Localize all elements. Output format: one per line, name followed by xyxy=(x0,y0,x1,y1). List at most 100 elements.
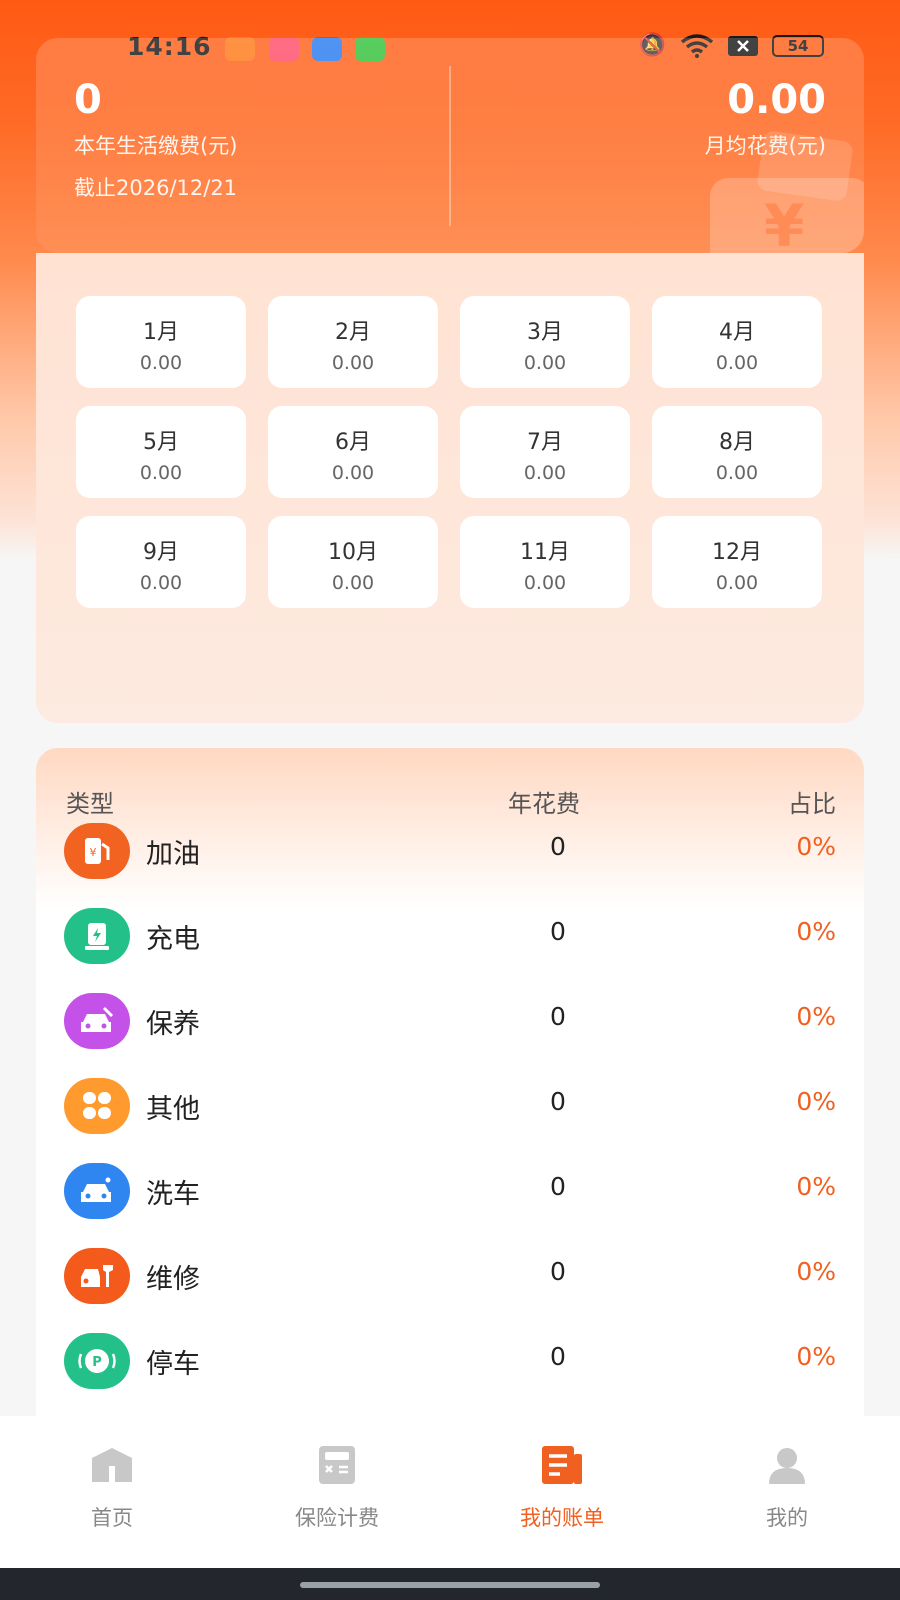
monthly-avg-value: 0.00 xyxy=(727,77,826,123)
month-name: 3月 xyxy=(527,320,563,345)
svg-text:¥: ¥ xyxy=(90,846,97,859)
header-type: 类型 xyxy=(66,790,114,818)
category-name: 充电 xyxy=(146,924,200,955)
month-value: 0.00 xyxy=(523,572,567,594)
category-name: 洗车 xyxy=(146,1179,200,1210)
home-icon xyxy=(92,1448,132,1482)
month-value: 0.00 xyxy=(139,462,183,484)
month-value: 0.00 xyxy=(331,572,375,594)
month-value: 0.00 xyxy=(331,352,375,374)
category-amount: 0 xyxy=(550,1172,566,1201)
category-percentage: 0% xyxy=(796,1257,836,1286)
month-cell[interactable]: 7月 0.00 xyxy=(460,406,630,498)
table-row[interactable]: 其他 0 0% xyxy=(64,1073,836,1143)
category-percentage: 0% xyxy=(796,1087,836,1116)
month-cell[interactable]: 4月 0.00 xyxy=(652,296,822,388)
category-percentage: 0% xyxy=(796,1002,836,1031)
nav-label: 我的 xyxy=(766,1506,808,1530)
category-amount: 0 xyxy=(550,1342,566,1371)
year-fee-label: 本年生活缴费(元) xyxy=(74,134,238,158)
month-name: 11月 xyxy=(520,540,570,565)
repair-icon xyxy=(64,1248,130,1304)
month-grid: 1月 0.00 2月 0.00 3月 0.00 4月 0.00 5月 0.00 6月 0.0… xyxy=(76,296,822,608)
charging-icon xyxy=(64,908,130,964)
nav-home[interactable]: 首页 xyxy=(32,1446,192,1532)
category-percentage: 0% xyxy=(796,1342,836,1371)
nav-label: 首页 xyxy=(91,1506,133,1530)
year-fee-value: 0 xyxy=(74,77,102,123)
header-percentage: 占比 xyxy=(788,790,836,818)
table-row[interactable]: 保养 0 0% xyxy=(64,988,836,1058)
month-cell[interactable]: 9月 0.00 xyxy=(76,516,246,608)
category-percentage: 0% xyxy=(796,917,836,946)
month-cell[interactable]: 10月 0.00 xyxy=(268,516,438,608)
category-percentage: 0% xyxy=(796,832,836,861)
category-amount: 0 xyxy=(550,1002,566,1031)
table-row[interactable]: 洗车 0 0% xyxy=(64,1158,836,1228)
month-value: 0.00 xyxy=(523,352,567,374)
month-value: 0.00 xyxy=(139,352,183,374)
month-cell[interactable]: 1月 0.00 xyxy=(76,296,246,388)
category-name: 其他 xyxy=(146,1094,200,1125)
maintenance-icon xyxy=(64,993,130,1049)
month-cell[interactable]: 12月 0.00 xyxy=(652,516,822,608)
header-annual-cost: 年花费 xyxy=(508,790,580,818)
nav-insurance[interactable]: 保险计费 xyxy=(257,1446,417,1532)
category-amount: 0 xyxy=(550,1087,566,1116)
svg-text:P: P xyxy=(92,1355,102,1370)
category-amount: 0 xyxy=(550,832,566,861)
month-name: 8月 xyxy=(719,430,755,455)
car-wash-icon xyxy=(64,1163,130,1219)
month-value: 0.00 xyxy=(523,462,567,484)
nav-my-bills[interactable]: 我的账单 xyxy=(482,1446,642,1532)
table-row[interactable]: ¥ 加油 0 0% xyxy=(64,818,836,888)
month-cell[interactable]: 6月 0.00 xyxy=(268,406,438,498)
month-name: 4月 xyxy=(719,320,755,345)
month-name: 1月 xyxy=(143,320,179,345)
category-amount: 0 xyxy=(550,1257,566,1286)
as-of-date: 截止2026/12/21 xyxy=(74,176,238,200)
wallet-icon: ¥ xyxy=(710,178,864,253)
bottom-navigation: 首页 保险计费 我的账单 我的 xyxy=(0,1416,900,1568)
month-cell[interactable]: 2月 0.00 xyxy=(268,296,438,388)
month-value: 0.00 xyxy=(715,462,759,484)
month-name: 9月 xyxy=(143,540,179,565)
month-name: 12月 xyxy=(712,540,762,565)
category-amount: 0 xyxy=(550,917,566,946)
monthly-spending-panel: 1月 0.00 2月 0.00 3月 0.00 4月 0.00 5月 0.00 6月 0.0… xyxy=(36,253,864,723)
bill-icon xyxy=(542,1446,582,1484)
month-value: 0.00 xyxy=(715,572,759,594)
month-cell[interactable]: 8月 0.00 xyxy=(652,406,822,498)
home-indicator[interactable] xyxy=(300,1582,600,1588)
month-value: 0.00 xyxy=(715,352,759,374)
month-name: 5月 xyxy=(143,430,179,455)
summary-divider xyxy=(449,66,451,226)
category-name: 保养 xyxy=(146,1009,200,1040)
month-cell[interactable]: 5月 0.00 xyxy=(76,406,246,498)
nav-label: 我的账单 xyxy=(520,1506,604,1530)
month-value: 0.00 xyxy=(331,462,375,484)
nav-label: 保险计费 xyxy=(295,1506,379,1530)
fuel-icon: ¥ xyxy=(64,823,130,879)
table-row[interactable]: P 停车 0 0% xyxy=(64,1328,836,1398)
gesture-bar xyxy=(0,1568,900,1600)
month-name: 2月 xyxy=(335,320,371,345)
month-name: 7月 xyxy=(527,430,563,455)
month-cell[interactable]: 11月 0.00 xyxy=(460,516,630,608)
month-name: 10月 xyxy=(328,540,378,565)
month-name: 6月 xyxy=(335,430,371,455)
wallet-yen-symbol: ¥ xyxy=(764,192,805,253)
table-row[interactable]: 充电 0 0% xyxy=(64,903,836,973)
table-row[interactable]: 维修 0 0% xyxy=(64,1243,836,1313)
category-percentage: 0% xyxy=(796,1172,836,1201)
calculator-icon xyxy=(319,1446,355,1484)
category-name: 加油 xyxy=(146,839,200,870)
summary-card: 0 本年生活缴费(元) 截止2026/12/21 0.00 月均花费(元) ¥ xyxy=(36,38,864,253)
category-spending-table: 类型 年花费 占比 ¥ 加油 0 0% 充电 0 0% 保养 0 0% 其他 0 xyxy=(36,748,864,1428)
month-value: 0.00 xyxy=(139,572,183,594)
month-cell[interactable]: 3月 0.00 xyxy=(460,296,630,388)
category-name: 停车 xyxy=(146,1349,200,1380)
user-icon xyxy=(769,1448,805,1484)
nav-profile[interactable]: 我的 xyxy=(707,1446,867,1532)
other-icon xyxy=(64,1078,130,1134)
